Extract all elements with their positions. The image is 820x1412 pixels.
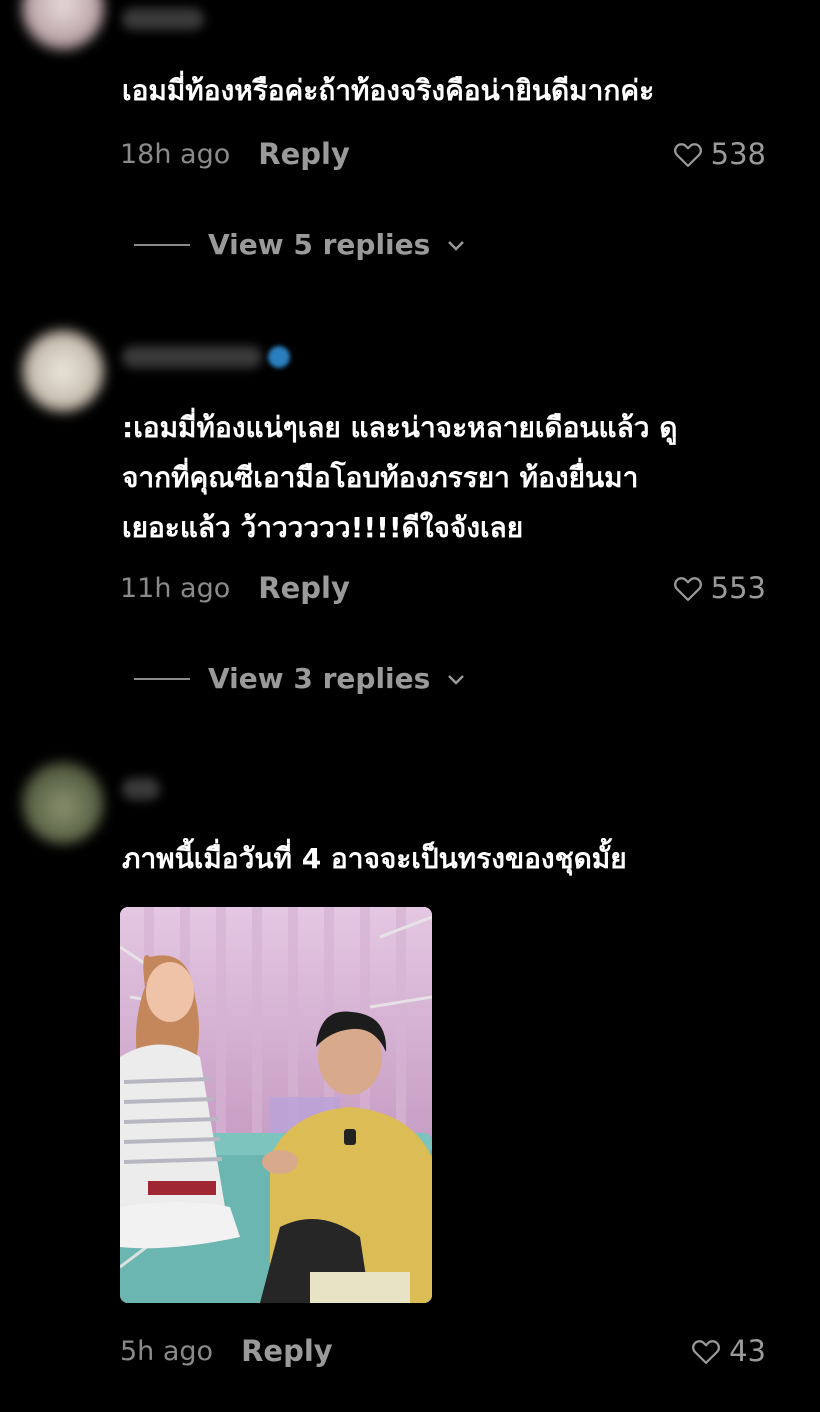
reply-button[interactable]: Reply bbox=[258, 137, 350, 171]
photo-illustration bbox=[120, 907, 432, 1303]
like-count: 538 bbox=[710, 137, 766, 171]
heart-outline-icon bbox=[673, 143, 702, 167]
reply-button[interactable]: Reply bbox=[258, 571, 350, 605]
divider-line bbox=[134, 677, 190, 680]
view-replies-label: View 3 replies bbox=[208, 662, 431, 695]
divider-line bbox=[134, 243, 190, 246]
comment-meta: 18h ago Reply 538 bbox=[120, 134, 766, 174]
heart-outline-icon bbox=[673, 577, 702, 601]
view-replies-button[interactable]: View 5 replies bbox=[134, 228, 466, 261]
verified-icon bbox=[268, 346, 290, 368]
like-button[interactable]: 43 bbox=[691, 1334, 766, 1368]
timestamp: 11h ago bbox=[120, 572, 231, 604]
like-button[interactable]: 538 bbox=[673, 137, 766, 171]
reply-button[interactable]: Reply bbox=[241, 1334, 333, 1368]
avatar[interactable] bbox=[22, 762, 104, 844]
avatar[interactable] bbox=[22, 0, 104, 50]
username[interactable] bbox=[122, 346, 262, 368]
like-count: 553 bbox=[710, 571, 766, 605]
timestamp: 18h ago bbox=[120, 138, 231, 170]
like-button[interactable]: 553 bbox=[673, 571, 766, 605]
username[interactable] bbox=[122, 778, 160, 800]
comment-text: เอมมี่ท้องหรือค่ะถ้าท้องจริงคือน่ายินดีม… bbox=[122, 74, 655, 107]
comment-text: ภาพนี้เมื่อวันที่ 4 อาจจะเป็นทรงของชุดมั… bbox=[122, 842, 627, 875]
view-replies-label: View 5 replies bbox=[208, 228, 431, 261]
comment-meta: 11h ago Reply 553 bbox=[120, 568, 766, 608]
comment-text: :เอมมี่ท้องแน่ๆเลย และน่าจะหลายเดือนแล้ว… bbox=[122, 411, 678, 544]
heart-outline-icon bbox=[692, 1340, 720, 1364]
username[interactable] bbox=[122, 8, 204, 30]
like-count: 43 bbox=[729, 1334, 766, 1368]
view-replies-button[interactable]: View 3 replies bbox=[134, 662, 466, 695]
comment-meta: 5h ago Reply 43 bbox=[120, 1331, 766, 1371]
avatar[interactable] bbox=[22, 330, 104, 412]
attached-photo[interactable] bbox=[120, 907, 432, 1303]
chevron-down-icon bbox=[448, 240, 465, 251]
timestamp: 5h ago bbox=[120, 1335, 214, 1367]
chevron-down-icon bbox=[448, 674, 465, 685]
